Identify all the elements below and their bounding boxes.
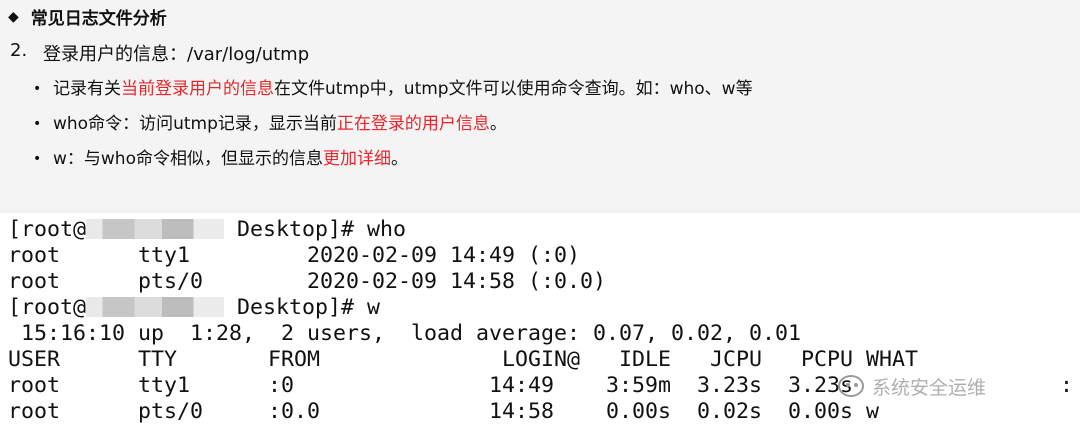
bullet-dot-icon: • <box>33 116 42 132</box>
prompt-line: [root@ Desktop]# who <box>8 217 407 242</box>
highlight-text: 当前登录用户的信息 <box>121 79 274 99</box>
bullet-list: • 记录有关当前登录用户的信息在文件utmp中，utmp文件可以使用命令查询。如… <box>33 76 753 181</box>
heading-text: 常见日志文件分析 <box>30 9 167 29</box>
redacted-hostname <box>86 297 225 317</box>
diamond-bullet-icon: ◆ <box>8 8 19 25</box>
watermark: 系统安全运维 <box>838 372 1074 400</box>
prompt-line: [root@ Desktop]# w <box>8 295 381 320</box>
bullet-dot-icon: • <box>33 81 42 97</box>
bullet-dot-icon: • <box>33 151 42 167</box>
bullet-text: who命令：访问utmp记录，显示当前正在登录的用户信息。 <box>53 114 507 134</box>
bullet-item: • 记录有关当前登录用户的信息在文件utmp中，utmp文件可以使用命令查询。如… <box>33 76 753 111</box>
w-row: root tty1 :0 14:49 3:59m 3.23s 3.23s <box>8 373 854 398</box>
who-row: root tty1 2020-02-09 14:49 (:0) <box>8 243 581 268</box>
highlight-text: 更加详细 <box>322 149 391 169</box>
w-header: USER TTY FROM LOGIN@ IDLE JCPU PCPU WHAT <box>8 347 919 372</box>
bullet-item: • who命令：访问utmp记录，显示当前正在登录的用户信息。 <box>33 111 753 146</box>
watermark-text: 系统安全运维 <box>872 376 987 399</box>
numbered-item: 2. 登录用户的信息：/var/log/utmp <box>10 40 309 66</box>
item-title: 登录用户的信息：/var/log/utmp <box>43 44 310 65</box>
wechat-icon <box>838 375 864 397</box>
bullet-item: • w：与who命令相似，但显示的信息更加详细。 <box>33 146 753 181</box>
highlight-text: 正在登录的用户信息 <box>336 114 490 134</box>
uptime-line: 15:16:10 up 1:28, 2 users, load average:… <box>8 321 802 346</box>
w-row: root pts/0 :0.0 14:58 0.00s 0.02s 0.00s … <box>8 399 880 424</box>
item-number: 2. <box>10 40 28 61</box>
bullet-text: 记录有关当前登录用户的信息在文件utmp中，utmp文件可以使用命令查询。如：w… <box>53 79 753 99</box>
slide: ◆ 常见日志文件分析 2. 登录用户的信息：/var/log/utmp • 记录… <box>0 0 1080 200</box>
who-row: root pts/0 2020-02-09 14:58 (:0.0) <box>8 269 607 294</box>
section-heading: ◆ 常见日志文件分析 <box>8 4 167 30</box>
redacted-hostname <box>86 219 225 239</box>
terminal-screenshot: [root@ Desktop]# who root tty1 2020-02-0… <box>0 213 1080 433</box>
bullet-text: w：与who命令相似，但显示的信息更加详细。 <box>53 149 408 169</box>
